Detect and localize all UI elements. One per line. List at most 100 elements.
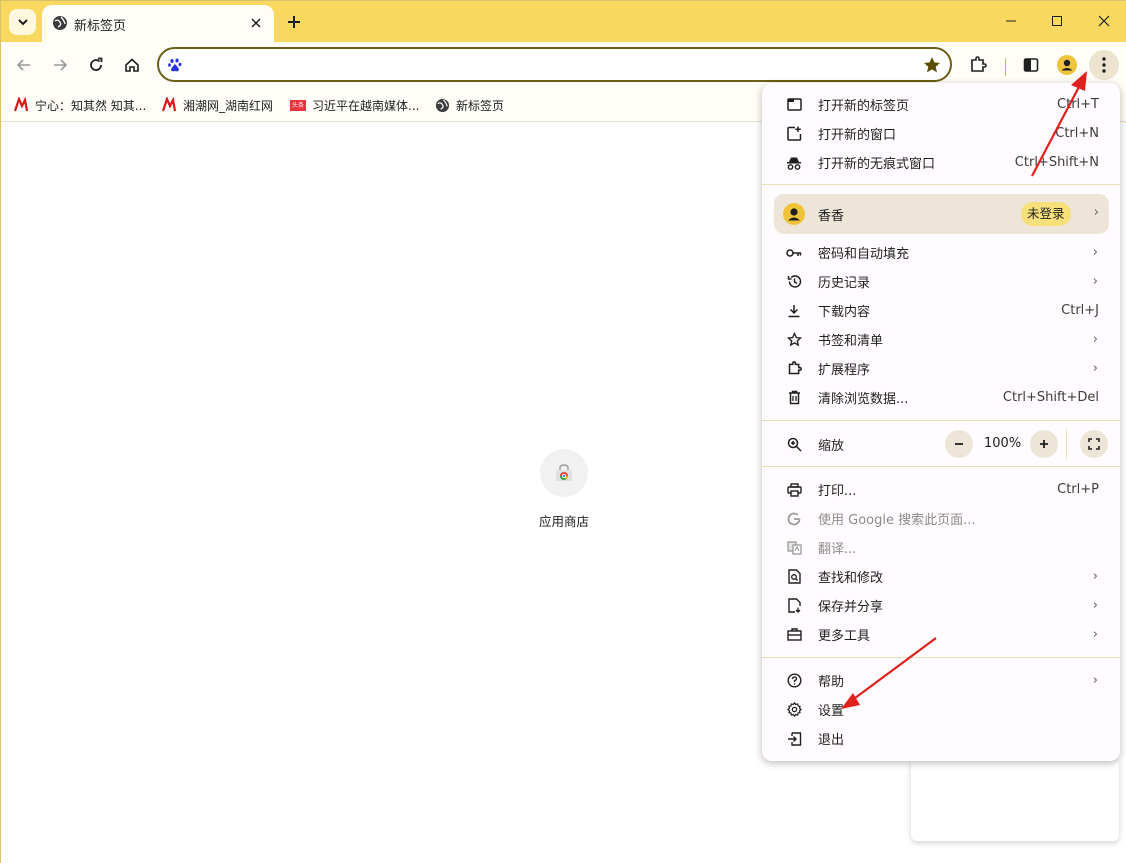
menu-item-extensions[interactable]: 扩展程序 › <box>762 354 1120 383</box>
close-icon <box>251 18 261 28</box>
menu-item-translate[interactable]: 翻译... <box>762 533 1120 562</box>
chevron-down-icon <box>17 19 28 26</box>
maximize-icon <box>1052 16 1062 26</box>
menu-item-zoom: 缩放 100% <box>762 429 1120 459</box>
bookmark-item[interactable]: 宁心：知其然 知其... <box>13 95 146 115</box>
profile-status-badge: 未登录 <box>1021 202 1071 226</box>
toolbar-separator <box>1005 58 1006 76</box>
tab-title: 新标签页 <box>74 19 127 34</box>
menu-item-help[interactable]: 帮助 › <box>762 666 1120 695</box>
menu-item-shortcut: Ctrl+Shift+Del <box>1002 390 1099 405</box>
chevron-right-icon: › <box>1092 245 1098 260</box>
tab-close-button[interactable] <box>246 13 266 33</box>
side-panel-button[interactable] <box>1016 50 1046 80</box>
person-icon <box>1061 59 1073 71</box>
menu-item-label: 打开新的无痕式窗口 <box>818 157 936 172</box>
zoom-in-button[interactable] <box>1030 430 1058 458</box>
star-outline-icon <box>786 332 802 348</box>
baidu-paw-icon <box>168 58 182 72</box>
menu-item-new-window[interactable]: 打开新的窗口 Ctrl+N <box>762 119 1120 148</box>
maximize-button[interactable] <box>1043 7 1071 35</box>
person-icon <box>788 208 800 221</box>
profile-avatar-button[interactable] <box>1057 55 1077 75</box>
menu-item-shortcut: Ctrl+N <box>1055 126 1099 141</box>
chrome-menu-button[interactable] <box>1089 50 1119 80</box>
menu-item-more-tools[interactable]: 更多工具 › <box>762 620 1120 649</box>
tab-search-button[interactable] <box>9 9 36 35</box>
menu-profile-row[interactable]: 香香 未登录 › <box>774 194 1109 234</box>
side-panel-icon <box>1023 58 1039 72</box>
profile-avatar <box>783 203 805 225</box>
fullscreen-button[interactable] <box>1080 430 1108 458</box>
chevron-right-icon: › <box>1092 361 1098 376</box>
fullscreen-icon <box>1088 438 1100 450</box>
minimize-icon <box>1006 20 1016 22</box>
menu-item-save-share[interactable]: 保存并分享 › <box>762 591 1120 620</box>
menu-item-label: 打开新的窗口 <box>818 128 897 143</box>
chevron-right-icon: › <box>1092 598 1098 613</box>
menu-item-incognito[interactable]: 打开新的无痕式窗口 Ctrl+Shift+N <box>762 148 1120 177</box>
menu-item-label: 使用 Google 搜索此页面... <box>818 513 976 528</box>
zoom-separator <box>1066 429 1067 459</box>
new-tab-button[interactable] <box>282 10 306 34</box>
forward-button[interactable] <box>45 50 75 80</box>
three-dots-vertical-icon <box>1102 57 1106 73</box>
bookmark-star-icon[interactable] <box>922 55 942 75</box>
google-g-icon <box>786 511 802 527</box>
shortcut-web-store[interactable]: 应用商店 <box>529 449 599 530</box>
menu-item-history[interactable]: 历史记录 › <box>762 267 1120 296</box>
bookmark-label: 新标签页 <box>456 98 505 113</box>
zoom-out-button[interactable] <box>945 430 973 458</box>
find-in-page-icon <box>786 569 802 585</box>
menu-item-passwords[interactable]: 密码和自动填充 › <box>762 238 1120 267</box>
menu-item-bookmarks[interactable]: 书签和清单 › <box>762 325 1120 354</box>
back-button[interactable] <box>9 50 39 80</box>
gear-icon <box>786 702 802 718</box>
menu-item-print[interactable]: 打印... Ctrl+P <box>762 475 1120 504</box>
incognito-icon <box>786 155 802 171</box>
menu-item-settings[interactable]: 设置 <box>762 695 1120 724</box>
bookmark-item[interactable]: 新标签页 <box>434 95 504 115</box>
toolbox-icon <box>786 627 802 643</box>
close-icon <box>1098 15 1110 27</box>
menu-item-clear-data[interactable]: 清除浏览数据... Ctrl+Shift+Del <box>762 383 1120 412</box>
history-icon <box>786 274 802 290</box>
minimize-button[interactable] <box>997 7 1025 35</box>
menu-item-shortcut: Ctrl+Shift+N <box>1014 155 1099 170</box>
menu-item-label: 保存并分享 <box>818 600 884 615</box>
bookmark-item[interactable]: 头条 习近平在越南媒体... <box>290 95 419 115</box>
new-window-icon <box>786 126 802 142</box>
bookmark-label: 宁心：知其然 知其... <box>35 98 147 113</box>
menu-item-exit[interactable]: 退出 <box>762 724 1120 753</box>
menu-item-label: 缩放 <box>818 438 845 454</box>
menu-item-label: 扩展程序 <box>818 363 871 378</box>
close-window-button[interactable] <box>1090 7 1118 35</box>
menu-item-search-google[interactable]: 使用 Google 搜索此页面... <box>762 504 1120 533</box>
tab-new-tab[interactable]: 新标签页 <box>42 5 274 42</box>
menu-item-new-tab[interactable]: 打开新的标签页 Ctrl+T <box>762 90 1120 119</box>
extensions-button[interactable] <box>963 50 993 80</box>
plus-icon <box>288 16 300 28</box>
menu-item-label: 打印... <box>818 484 857 499</box>
globe-icon <box>434 97 450 113</box>
address-bar[interactable] <box>157 47 952 82</box>
printer-icon <box>786 482 802 498</box>
chrome-menu: 打开新的标签页 Ctrl+T 打开新的窗口 Ctrl+N 打开新的无痕式窗口 C… <box>762 83 1120 761</box>
reload-icon <box>90 57 103 71</box>
save-share-icon <box>786 598 802 614</box>
menu-divider <box>762 184 1120 185</box>
menu-item-shortcut: Ctrl+J <box>1061 303 1099 318</box>
profile-name: 香香 <box>818 209 845 224</box>
bookmark-item[interactable]: 湘潮网_湖南红网 <box>161 95 273 115</box>
key-icon <box>786 245 802 261</box>
toolbar <box>1 42 1126 88</box>
menu-item-downloads[interactable]: 下载内容 Ctrl+J <box>762 296 1120 325</box>
menu-item-label: 书签和清单 <box>818 334 884 349</box>
minus-icon <box>955 443 963 445</box>
reload-button[interactable] <box>81 50 111 80</box>
menu-item-find-edit[interactable]: 查找和修改 › <box>762 562 1120 591</box>
trash-icon <box>786 390 802 406</box>
toutiao-logo-icon: 头条 <box>290 99 306 111</box>
home-button[interactable] <box>117 50 147 80</box>
new-tab-icon <box>786 97 802 113</box>
